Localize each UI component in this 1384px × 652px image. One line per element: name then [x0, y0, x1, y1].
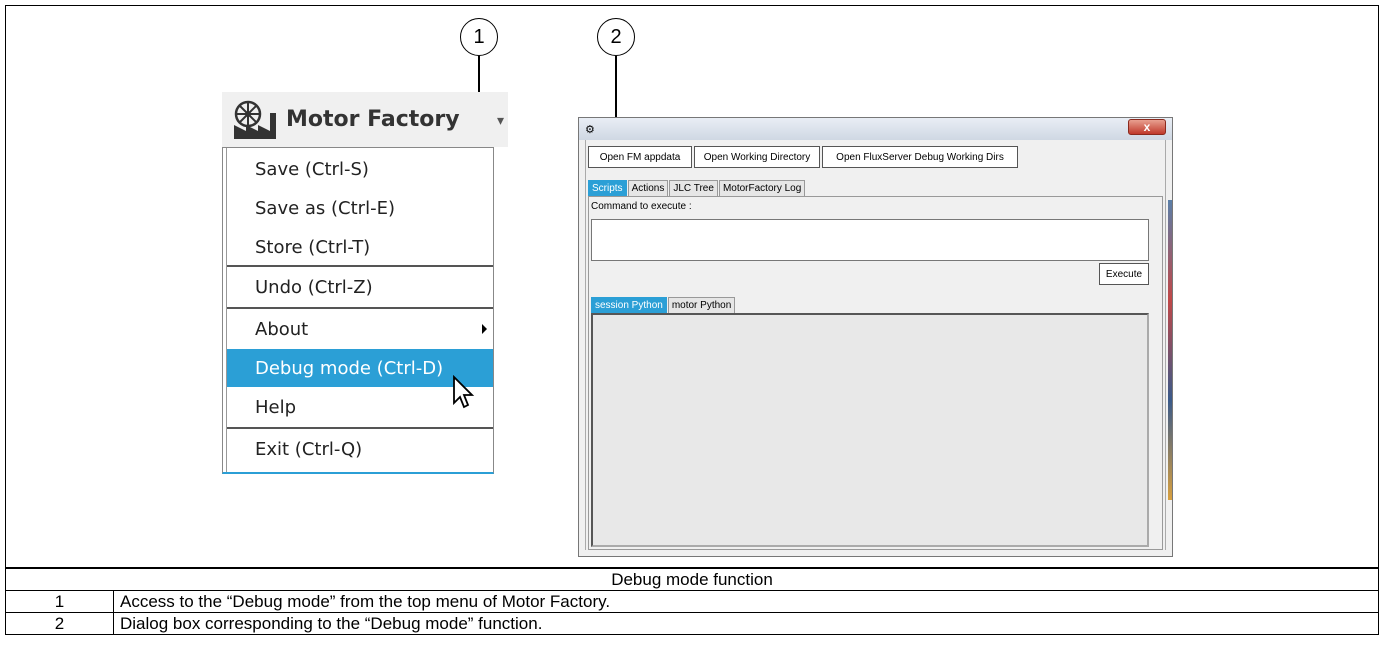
callout-1: 1 — [460, 18, 498, 56]
menu-item-store[interactable]: Store (Ctrl-T) — [227, 228, 493, 266]
close-icon: x — [1143, 120, 1151, 134]
motor-factory-header[interactable]: Motor Factory — [222, 92, 508, 147]
menu-separator — [227, 427, 493, 429]
python-tabs: session Python motor Python — [591, 297, 736, 313]
menu-item-label: About — [255, 318, 309, 340]
callout-2: 2 — [597, 18, 635, 56]
row-number: 1 — [5, 590, 114, 613]
command-label: Command to execute : — [591, 201, 692, 212]
tab-session-python[interactable]: session Python — [591, 297, 667, 313]
menu-separator — [227, 307, 493, 309]
button-label: Open FluxServer Debug Working Dirs — [836, 151, 1004, 163]
dialog-titlebar[interactable]: ⚙ x — [579, 118, 1172, 140]
command-input[interactable] — [591, 219, 1149, 261]
tab-actions[interactable]: Actions — [627, 180, 669, 196]
open-fm-appdata-button[interactable]: Open FM appdata — [588, 146, 692, 168]
tab-label: Scripts — [592, 183, 623, 194]
tab-label: motor Python — [671, 300, 732, 311]
tab-motorfactory-log[interactable]: MotorFactory Log — [718, 180, 806, 196]
row-number: 2 — [5, 612, 114, 635]
callout-1-number: 1 — [473, 25, 485, 48]
open-fluxserver-debug-dirs-button[interactable]: Open FluxServer Debug Working Dirs — [822, 146, 1018, 168]
python-output-area[interactable] — [591, 313, 1149, 547]
tab-scripts[interactable]: Scripts — [588, 180, 627, 196]
close-button[interactable]: x — [1128, 119, 1166, 135]
tab-label: session Python — [595, 300, 663, 311]
menu-item-label: Exit (Ctrl-Q) — [255, 438, 363, 460]
menu-item-label: Help — [255, 396, 297, 418]
button-label: Open Working Directory — [703, 151, 811, 163]
menu-item-label: Save (Ctrl-S) — [255, 158, 369, 180]
menu-item-label: Save as (Ctrl-E) — [255, 197, 395, 219]
dialog-body: Open FM appdata Open Working Directory O… — [585, 140, 1166, 550]
menu-item-save-as[interactable]: Save as (Ctrl-E) — [227, 189, 493, 227]
background-window-edge — [1168, 200, 1172, 500]
scripts-panel: Command to execute : Execute session Pyt… — [588, 196, 1163, 550]
tab-label: JLC Tree — [673, 183, 714, 194]
menu-item-label: Undo (Ctrl-Z) — [255, 276, 373, 298]
submenu-arrow-icon — [482, 324, 487, 334]
motor-factory-menu: Save (Ctrl-S) Save as (Ctrl-E) Store (Ct… — [222, 147, 494, 474]
execute-button[interactable]: Execute — [1099, 263, 1149, 285]
tab-motor-python[interactable]: motor Python — [667, 297, 736, 313]
menu-separator — [227, 265, 493, 267]
open-working-directory-button[interactable]: Open Working Directory — [694, 146, 820, 168]
menu-item-about[interactable]: About — [227, 310, 493, 348]
debug-dialog: ⚙ x Open FM appdata Open Working Directo… — [578, 117, 1173, 557]
menu-item-exit[interactable]: Exit (Ctrl-Q) — [227, 430, 493, 468]
mouse-pointer-icon — [453, 375, 475, 409]
app-title: Motor Factory — [286, 107, 460, 132]
button-label: Open FM appdata — [599, 151, 681, 163]
caption-title: Debug mode function — [5, 568, 1379, 591]
header-overflow-mark: ▾ — [497, 112, 505, 128]
callout-2-number: 2 — [610, 25, 622, 48]
tab-jlc-tree[interactable]: JLC Tree — [669, 180, 718, 196]
menu-item-label: Debug mode (Ctrl-D) — [255, 357, 444, 379]
button-label: Execute — [1105, 268, 1143, 280]
menu-item-undo[interactable]: Undo (Ctrl-Z) — [227, 268, 493, 306]
row-description: Access to the “Debug mode” from the top … — [113, 590, 1379, 613]
main-tabs: Scripts Actions JLC Tree MotorFactory Lo… — [588, 180, 806, 196]
row-description: Dialog box corresponding to the “Debug m… — [113, 612, 1379, 635]
factory-motor-icon — [234, 100, 276, 139]
menu-item-save[interactable]: Save (Ctrl-S) — [227, 150, 493, 188]
callout-2-leader — [615, 56, 617, 120]
menu-item-label: Store (Ctrl-T) — [255, 236, 371, 258]
app-icon: ⚙ — [585, 124, 595, 136]
caption-table: Debug mode function 1 Access to the “Deb… — [5, 568, 1379, 635]
tab-label: MotorFactory Log — [722, 183, 802, 194]
tab-label: Actions — [631, 183, 665, 194]
